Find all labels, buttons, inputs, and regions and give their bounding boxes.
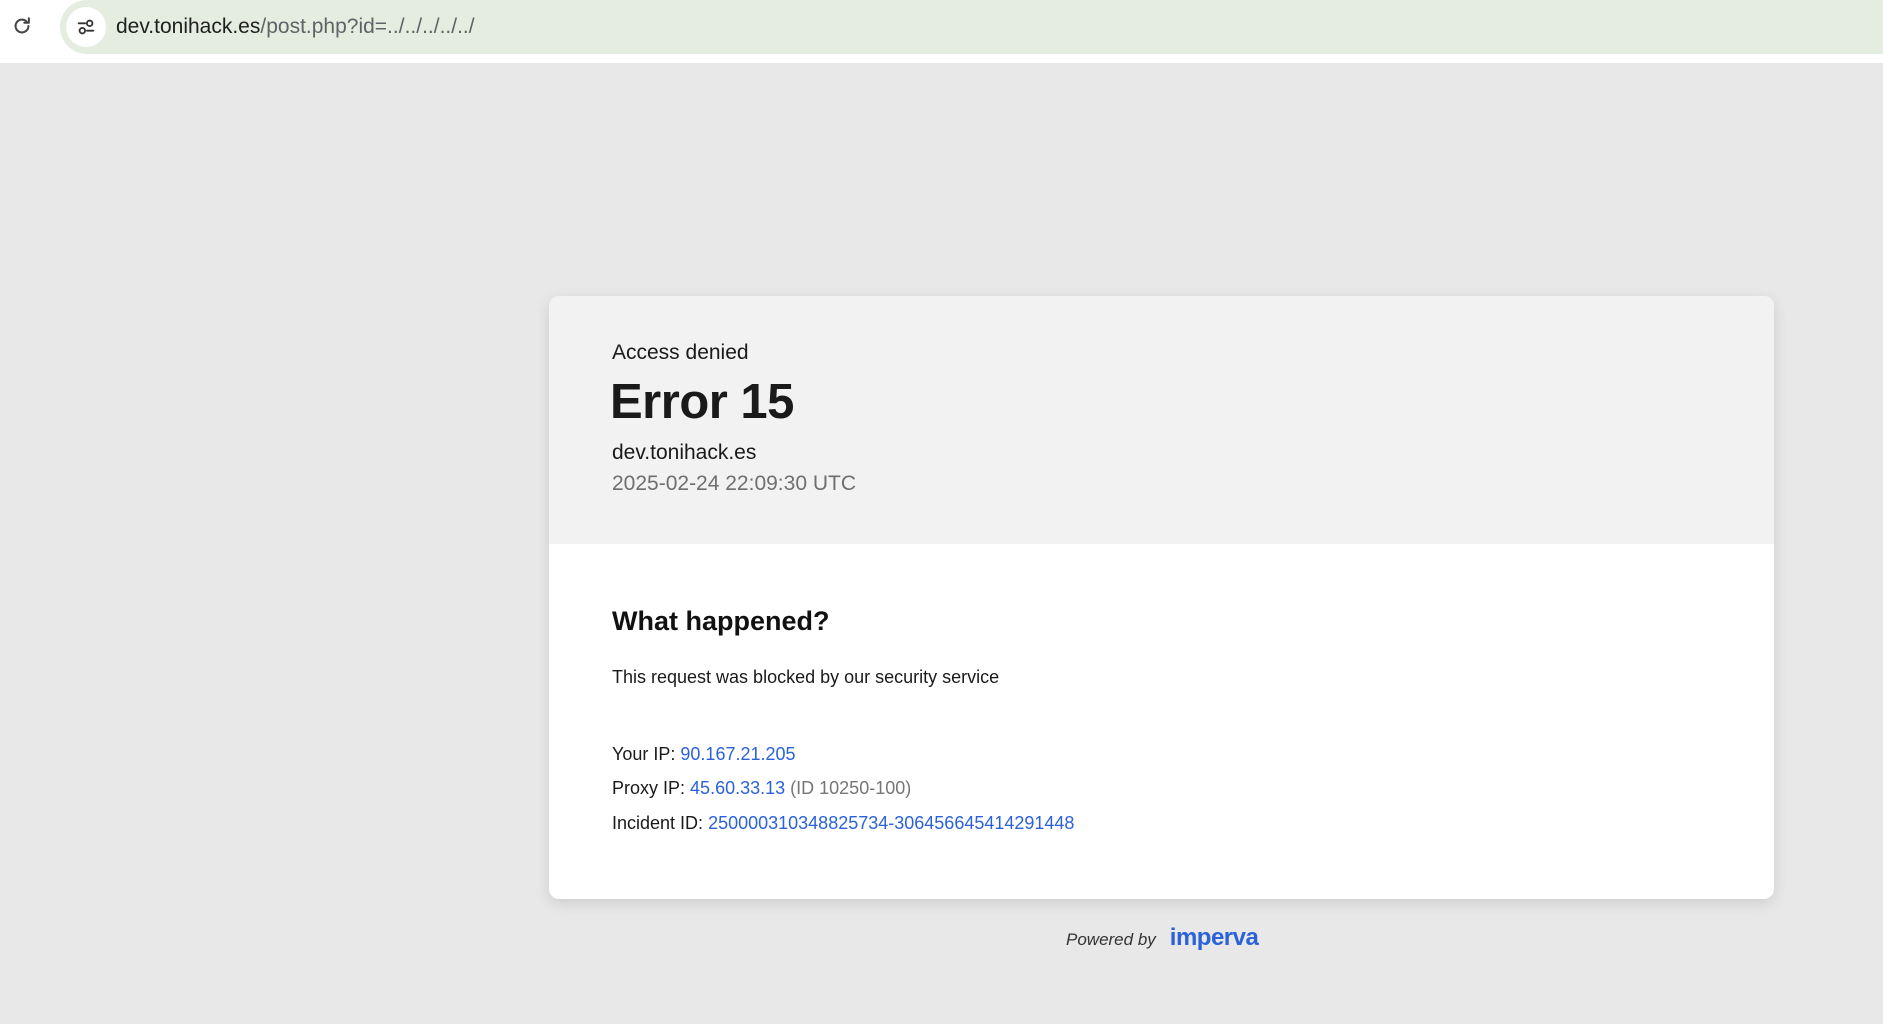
incident-id-row: Incident ID: 250000310348825734-30645664…	[612, 813, 1074, 834]
error-card: Access denied Error 15 dev.tonihack.es 2…	[549, 296, 1774, 899]
error-title: Error 15	[610, 375, 794, 429]
url-path: /post.php?id=../../../../../	[260, 15, 475, 38]
powered-by-footer: Powered by imperva	[1066, 924, 1259, 952]
url-host: dev.tonihack.es	[116, 15, 261, 38]
url-text[interactable]: dev.tonihack.es/post.php?id=../../../../…	[116, 15, 475, 39]
error-card-header: Access denied Error 15 dev.tonihack.es 2…	[549, 296, 1774, 544]
your-ip-row: Your IP: 90.167.21.205	[612, 744, 796, 765]
browser-toolbar: dev.tonihack.es/post.php?id=../../../../…	[0, 0, 1883, 63]
blocked-message: This request was blocked by our security…	[612, 667, 1000, 687]
what-happened-heading: What happened?	[612, 606, 830, 636]
site-info-button[interactable]	[66, 7, 106, 47]
error-timestamp: 2025-02-24 22:09:30 UTC	[612, 472, 856, 495]
tune-icon	[77, 19, 95, 35]
address-bar[interactable]: dev.tonihack.es/post.php?id=../../../../…	[60, 0, 1883, 54]
incident-id-label: Incident ID:	[612, 813, 704, 833]
powered-by-text: Powered by	[1066, 930, 1156, 949]
your-ip-value[interactable]: 90.167.21.205	[680, 744, 795, 764]
proxy-ip-row: Proxy IP: 45.60.33.13 (ID 10250-100)	[612, 778, 911, 799]
error-host: dev.tonihack.es	[612, 441, 757, 464]
reload-icon	[14, 17, 30, 34]
incident-id-value[interactable]: 250000310348825734-306456645414291448	[708, 813, 1074, 833]
access-denied-label: Access denied	[612, 341, 749, 364]
proxy-id: (ID 10250-100)	[790, 778, 912, 798]
your-ip-label: Your IP:	[612, 744, 676, 764]
proxy-ip-value[interactable]: 45.60.33.13	[690, 778, 785, 798]
reload-button[interactable]	[8, 12, 36, 40]
imperva-logo[interactable]: imperva	[1170, 924, 1259, 952]
proxy-ip-label: Proxy IP:	[612, 778, 686, 798]
